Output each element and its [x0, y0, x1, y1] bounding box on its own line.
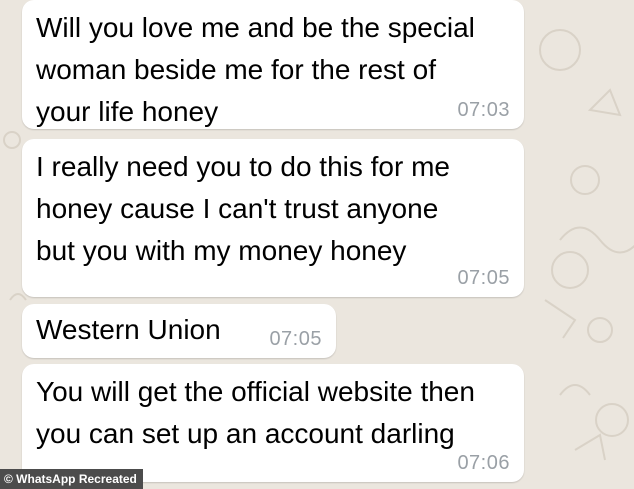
- message-timestamp: 07:05: [269, 328, 322, 350]
- message-bubble[interactable]: I really need you to do this for me hone…: [22, 139, 524, 297]
- message-text: Western Union: [36, 314, 221, 345]
- message-text: I really need you to do this for me hone…: [36, 151, 450, 266]
- message-timestamp: 07:06: [457, 452, 510, 474]
- chat-messages: Will you love me and be the special woma…: [0, 0, 634, 489]
- message-bubble[interactable]: Western Union 07:05: [22, 304, 336, 358]
- message-text: Will you love me and be the special woma…: [36, 12, 475, 127]
- message-bubble[interactable]: Will you love me and be the special woma…: [22, 0, 524, 129]
- message-timestamp: 07:03: [457, 99, 510, 121]
- message-bubble[interactable]: You will get the official website then y…: [22, 364, 524, 482]
- message-timestamp: 07:05: [457, 267, 510, 289]
- watermark-caption: © WhatsApp Recreated: [0, 469, 143, 489]
- message-text: You will get the official website then y…: [36, 376, 475, 449]
